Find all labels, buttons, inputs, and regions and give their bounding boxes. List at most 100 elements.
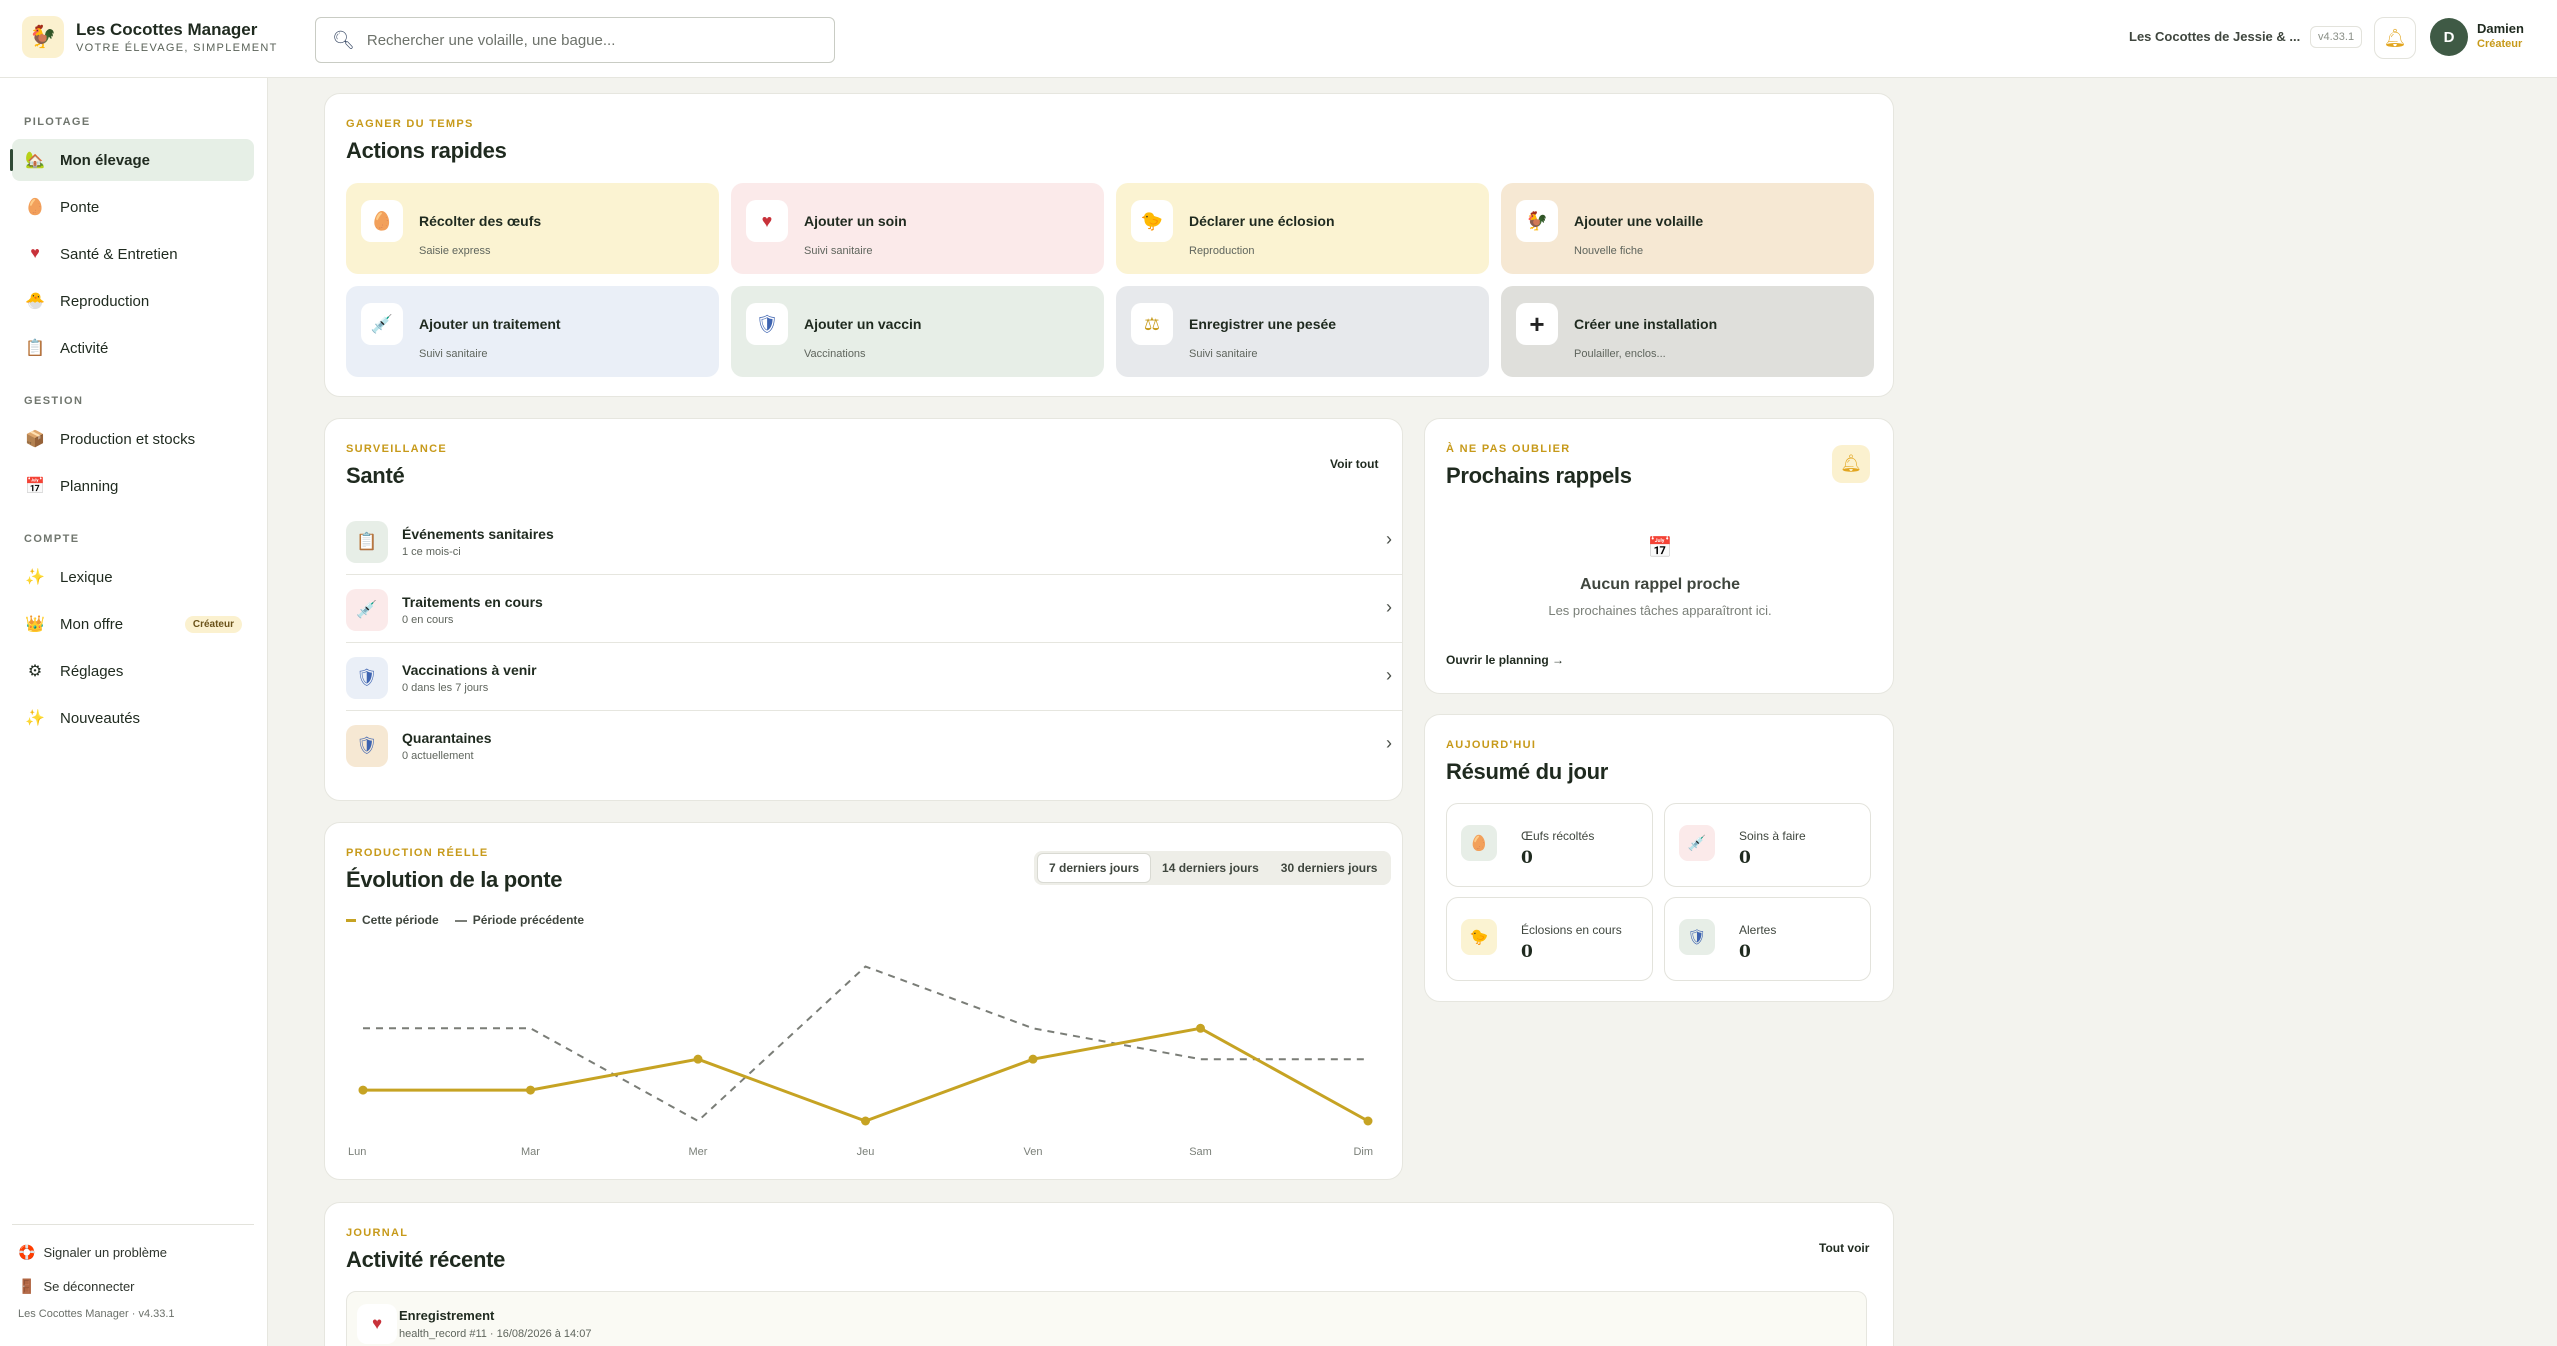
action-label: Ajouter un soin [804,213,907,229]
search-box[interactable]: 🔍︎ [315,17,835,63]
health-row-quarantines[interactable]: 🛡 Quarantaines 0 actuellement › [346,713,1402,779]
stat-value: 0 [1739,848,1751,868]
health-eyebrow: SURVEILLANCE [346,443,447,455]
sidebar-footer: Les Cocottes Manager · v4.33.1 [18,1308,175,1320]
sidebar-item-sante[interactable]: ♥ Santé & Entretien [12,233,254,275]
shield-icon: 🛡 [346,725,388,767]
user-role: Créateur [2477,38,2523,50]
create-installation-button[interactable]: + Créer une installation Poulailler, enc… [1501,286,1874,377]
x-tick-label: Lun [348,1146,366,1158]
action-label: Ajouter une volaille [1574,213,1704,229]
add-treatment-button[interactable]: 💉 Ajouter un traitement Suivi sanitaire [346,286,719,377]
quick-actions-title: Actions rapides [346,138,507,163]
app-tagline: VOTRE ÉLEVAGE, SIMPLEMENT [76,42,278,54]
data-point-ven[interactable] [1028,1054,1038,1064]
data-point-mer[interactable] [693,1054,703,1064]
add-vaccine-button[interactable]: 🛡 Ajouter un vaccin Vaccinations [731,286,1104,377]
add-care-button[interactable]: ♥ Ajouter un soin Suivi sanitaire [731,183,1104,274]
sidebar-item-mon-elevage[interactable]: 🏡 Mon élevage [10,139,254,181]
activity-see-all-link[interactable]: Tout voir [1819,1241,1869,1255]
legend-current: Cette période [346,913,439,927]
chevron-right-icon: › [1386,597,1392,617]
add-poultry-button[interactable]: 🐓 Ajouter une volaille Nouvelle fiche [1501,183,1874,274]
sidebar-item-ponte[interactable]: 🥚 Ponte [12,186,254,228]
data-point-dim[interactable] [1363,1116,1373,1126]
sidebar-item-label: Santé & Entretien [60,245,178,263]
period-tabs: 7 derniers jours 14 derniers jours 30 de… [1034,851,1392,885]
x-tick-label: Ven [1024,1146,1043,1158]
sidebar-item-reproduction[interactable]: 🐣 Reproduction [12,280,254,322]
crown-icon: 👑 [25,616,45,633]
tab-7-days[interactable]: 7 derniers jours [1037,853,1152,883]
activity-title: Activité récente [346,1247,506,1272]
nav-section-compte: COMPTE [24,533,80,545]
data-point-jeu[interactable] [861,1116,870,1126]
tab-14-days[interactable]: 14 derniers jours [1151,854,1270,882]
sidebar-item-nouveautes[interactable]: ✨ Nouveautés [12,697,254,739]
health-row-events[interactable]: 📋 Événements sanitaires 1 ce mois-ci › [346,509,1402,575]
gear-icon: ⚙ [27,663,43,680]
record-weighing-button[interactable]: ⚖ Enregistrer une pesée Suivi sanitaire [1116,286,1489,377]
syringe-icon: 💉 [1679,825,1715,861]
lifebuoy-icon: 🛟 [18,1244,36,1260]
stat-label: Alertes [1739,923,1777,937]
row-title: Traitements en cours [402,594,543,610]
sidebar-item-label: Production et stocks [60,430,196,448]
action-label: Récolter des œufs [419,213,542,229]
notifications-button[interactable]: 🔔︎ [2374,17,2416,59]
app-name[interactable]: Les Cocottes Manager [76,20,257,40]
farm-selector[interactable]: Les Cocottes de Jessie & ... [2129,29,2300,44]
x-tick-label: Sam [1189,1146,1212,1158]
declare-hatching-button[interactable]: 🐤 Déclarer une éclosion Reproduction [1116,183,1489,274]
activity-item[interactable]: ♥ Enregistrement health_record #11 · 16/… [346,1291,1867,1346]
series-line-previous [363,965,1368,1123]
reminders-eyebrow: À NE PAS OUBLIER [1446,443,1571,455]
stat-value: 0 [1739,942,1751,962]
version-badge: v4.33.1 [2310,26,2363,48]
sidebar-item-activite[interactable]: 📋 Activité [12,327,254,369]
clipboard-icon: 📋 [346,521,388,563]
box-icon: 📦 [25,431,45,448]
sidebar-item-label: Réglages [60,662,124,680]
open-planning-link[interactable]: Ouvrir le planning → [1446,653,1564,667]
stat-value: 0 [1521,848,1533,868]
row-sub: 1 ce mois-ci [402,546,461,558]
chevron-right-icon: › [1386,733,1392,753]
user-name[interactable]: Damien [2477,21,2524,36]
data-point-sam[interactable] [1196,1023,1205,1033]
chicken-logo-icon[interactable]: 🐓 [22,16,64,58]
logout-link[interactable]: 🚪 Se déconnecter [18,1278,135,1295]
sidebar-item-reglages[interactable]: ⚙ Réglages [12,650,254,692]
sidebar-item-label: Nouveautés [60,709,141,727]
harvest-eggs-button[interactable]: 🥚 Récolter des œufs Saisie express [346,183,719,274]
sidebar-item-label: Activité [60,339,109,357]
shield-icon: 🛡 [346,657,388,699]
chick-icon: 🐤 [1461,919,1497,955]
sidebar-item-planning[interactable]: 📅 Planning [12,465,254,507]
report-problem-link[interactable]: 🛟 Signaler un problème [18,1244,167,1261]
avatar[interactable]: D [2430,18,2468,56]
search-input[interactable] [366,31,834,49]
sparkle-icon: ✨ [25,569,45,586]
sidebar-item-mon-offre[interactable]: 👑 Mon offre Créateur [12,603,254,645]
health-row-treatments[interactable]: 💉 Traitements en cours 0 en cours › [346,577,1402,643]
tab-30-days[interactable]: 30 derniers jours [1270,854,1389,882]
sidebar-item-lexique[interactable]: ✨ Lexique [12,556,254,598]
empty-title: Aucun rappel proche [1579,576,1741,593]
nav-section-gestion: GESTION [24,395,84,407]
stat-label: Éclosions en cours [1521,923,1622,937]
data-point-mar[interactable] [526,1085,535,1095]
data-point-lun[interactable] [358,1085,368,1095]
clipboard-icon: 📋 [25,340,45,357]
row-sub: 0 dans les 7 jours [402,682,489,694]
stat-alerts: 🛡 Alertes 0 [1664,897,1871,981]
search-icon: 🔍︎ [332,29,355,50]
health-see-all-link[interactable]: Voir tout [1330,457,1378,471]
action-sub: Reproduction [1189,245,1255,257]
x-tick-label: Dim [1353,1146,1373,1158]
sidebar-item-label: Planning [60,477,119,495]
sidebar-item-label: Mon élevage [60,151,151,169]
sidebar-item-production[interactable]: 📦 Production et stocks [12,418,254,460]
egg-icon: 🥚 [1461,825,1497,861]
health-row-vaccinations[interactable]: 🛡 Vaccinations à venir 0 dans les 7 jour… [346,645,1402,711]
